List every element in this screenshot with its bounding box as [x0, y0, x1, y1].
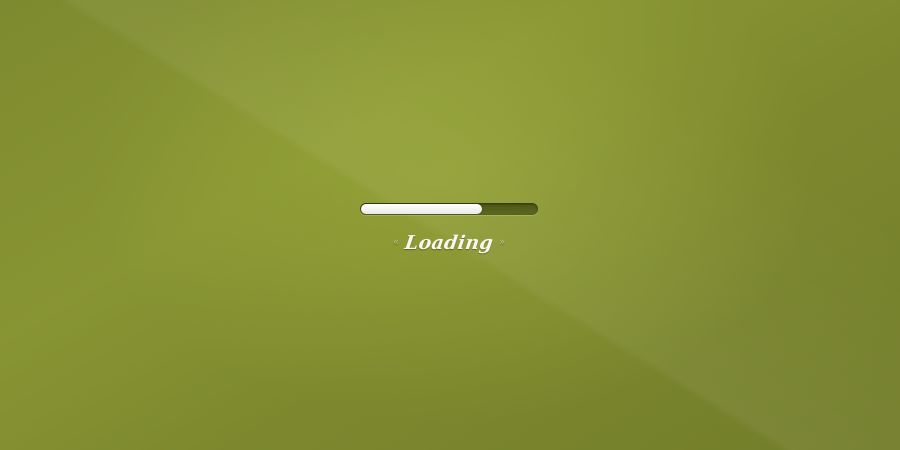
- loading-indicator: « Loading »: [360, 203, 538, 254]
- right-guillemet-icon: »: [499, 236, 506, 248]
- left-guillemet-icon: «: [392, 236, 399, 248]
- loading-label: Loading: [403, 232, 495, 254]
- progress-bar-track: [360, 203, 538, 215]
- background-sheen: [0, 0, 900, 450]
- progress-bar-fill: [361, 204, 482, 214]
- loading-caption: « Loading »: [360, 232, 538, 254]
